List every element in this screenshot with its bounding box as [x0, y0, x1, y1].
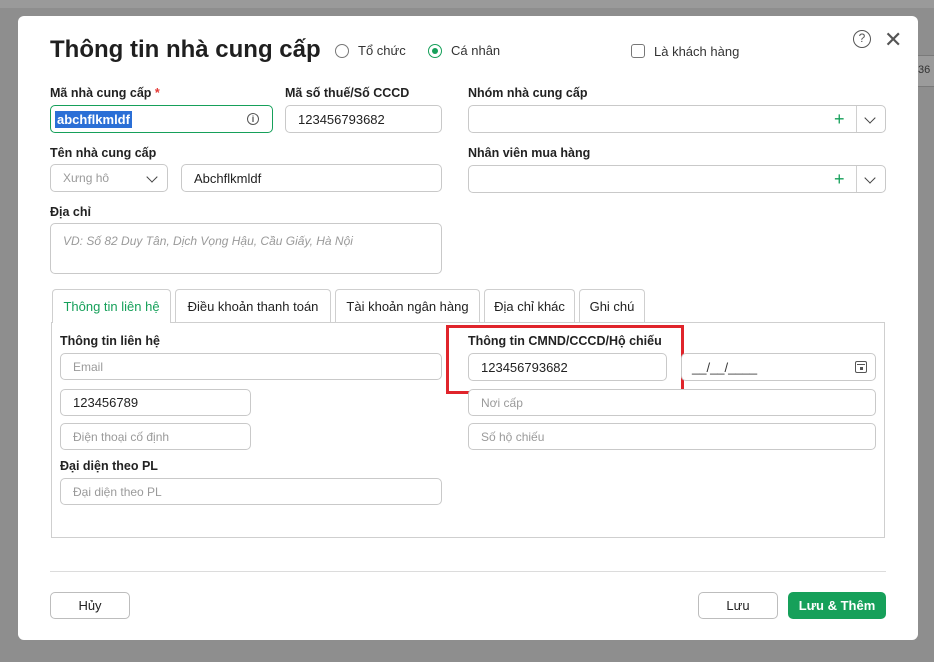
- supplier-dialog: Thông tin nhà cung cấp Tổ chức Cá nhân L…: [18, 16, 918, 640]
- calendar-icon[interactable]: [855, 361, 867, 373]
- help-icon[interactable]: ?: [853, 30, 871, 48]
- tab-bank-account[interactable]: Tài khoản ngân hàng: [335, 289, 480, 322]
- add-purchaser-icon[interactable]: +: [834, 170, 845, 188]
- add-group-icon[interactable]: +: [834, 110, 845, 128]
- phone-input[interactable]: 123456789: [60, 389, 251, 416]
- radio-individual[interactable]: [428, 44, 442, 58]
- save-and-add-button[interactable]: Lưu & Thêm: [788, 592, 886, 619]
- supplier-group-select[interactable]: [468, 105, 886, 133]
- passport-input[interactable]: Số hộ chiếu: [468, 423, 876, 450]
- tax-id-input[interactable]: 123456793682: [285, 105, 442, 133]
- radio-organization-label[interactable]: Tổ chức: [358, 43, 406, 58]
- tab-other-address[interactable]: Địa chỉ khác: [484, 289, 575, 322]
- supplier-code-label: Mã nhà cung cấp *: [50, 86, 160, 100]
- is-customer-checkbox[interactable]: [631, 44, 645, 58]
- cancel-button[interactable]: Hủy: [50, 592, 130, 619]
- email-input[interactable]: Email: [60, 353, 442, 380]
- select-divider: [856, 166, 857, 192]
- contact-section-label: Thông tin liên hệ: [60, 334, 160, 348]
- identity-section-label: Thông tin CMND/CCCD/Hộ chiếu: [468, 334, 662, 348]
- address-textarea[interactable]: VD: Số 82 Duy Tân, Dịch Vọng Hậu, Cầu Gi…: [50, 223, 442, 274]
- address-label: Địa chỉ: [50, 205, 91, 219]
- footer-divider: [50, 571, 886, 572]
- required-mark: *: [154, 86, 160, 100]
- background-fragment-text: 36: [918, 64, 931, 76]
- legal-rep-label: Đại diện theo PL: [60, 459, 158, 473]
- purchaser-label: Nhân viên mua hàng: [468, 146, 591, 160]
- supplier-name-input[interactable]: Abchflkmldf: [181, 164, 442, 192]
- id-number-input[interactable]: 123456793682: [468, 353, 667, 381]
- active-tab-gap: [53, 321, 170, 323]
- save-button[interactable]: Lưu: [698, 592, 778, 619]
- purchaser-select[interactable]: [468, 165, 886, 193]
- supplier-name-label: Tên nhà cung cấp: [50, 146, 157, 160]
- background-top-strip: [0, 0, 934, 8]
- tab-payment-terms[interactable]: Điều khoản thanh toán: [175, 289, 331, 322]
- background-right-fragment: 36: [916, 55, 934, 87]
- issue-place-input[interactable]: Nơi cấp: [468, 389, 876, 416]
- radio-organization[interactable]: [335, 44, 349, 58]
- legal-rep-input[interactable]: Đại diện theo PL: [60, 478, 442, 505]
- radio-individual-label[interactable]: Cá nhân: [451, 43, 500, 58]
- issue-date-input[interactable]: __/__/____: [681, 353, 876, 381]
- is-customer-label[interactable]: Là khách hàng: [654, 44, 739, 59]
- info-icon[interactable]: i: [247, 113, 259, 125]
- tab-contact-info[interactable]: Thông tin liên hệ: [52, 289, 171, 323]
- supplier-code-value: abchflkmldf: [55, 110, 132, 128]
- supplier-code-input[interactable]: abchflkmldf: [50, 105, 273, 133]
- tab-notes[interactable]: Ghi chú: [579, 289, 645, 322]
- select-divider: [856, 106, 857, 132]
- tax-id-label: Mã số thuế/Số CCCD: [285, 86, 410, 100]
- dialog-title: Thông tin nhà cung cấp: [50, 36, 321, 63]
- landline-input[interactable]: Điện thoại cố định: [60, 423, 251, 450]
- close-icon[interactable]: ✕: [884, 29, 902, 51]
- supplier-group-label: Nhóm nhà cung cấp: [468, 86, 588, 100]
